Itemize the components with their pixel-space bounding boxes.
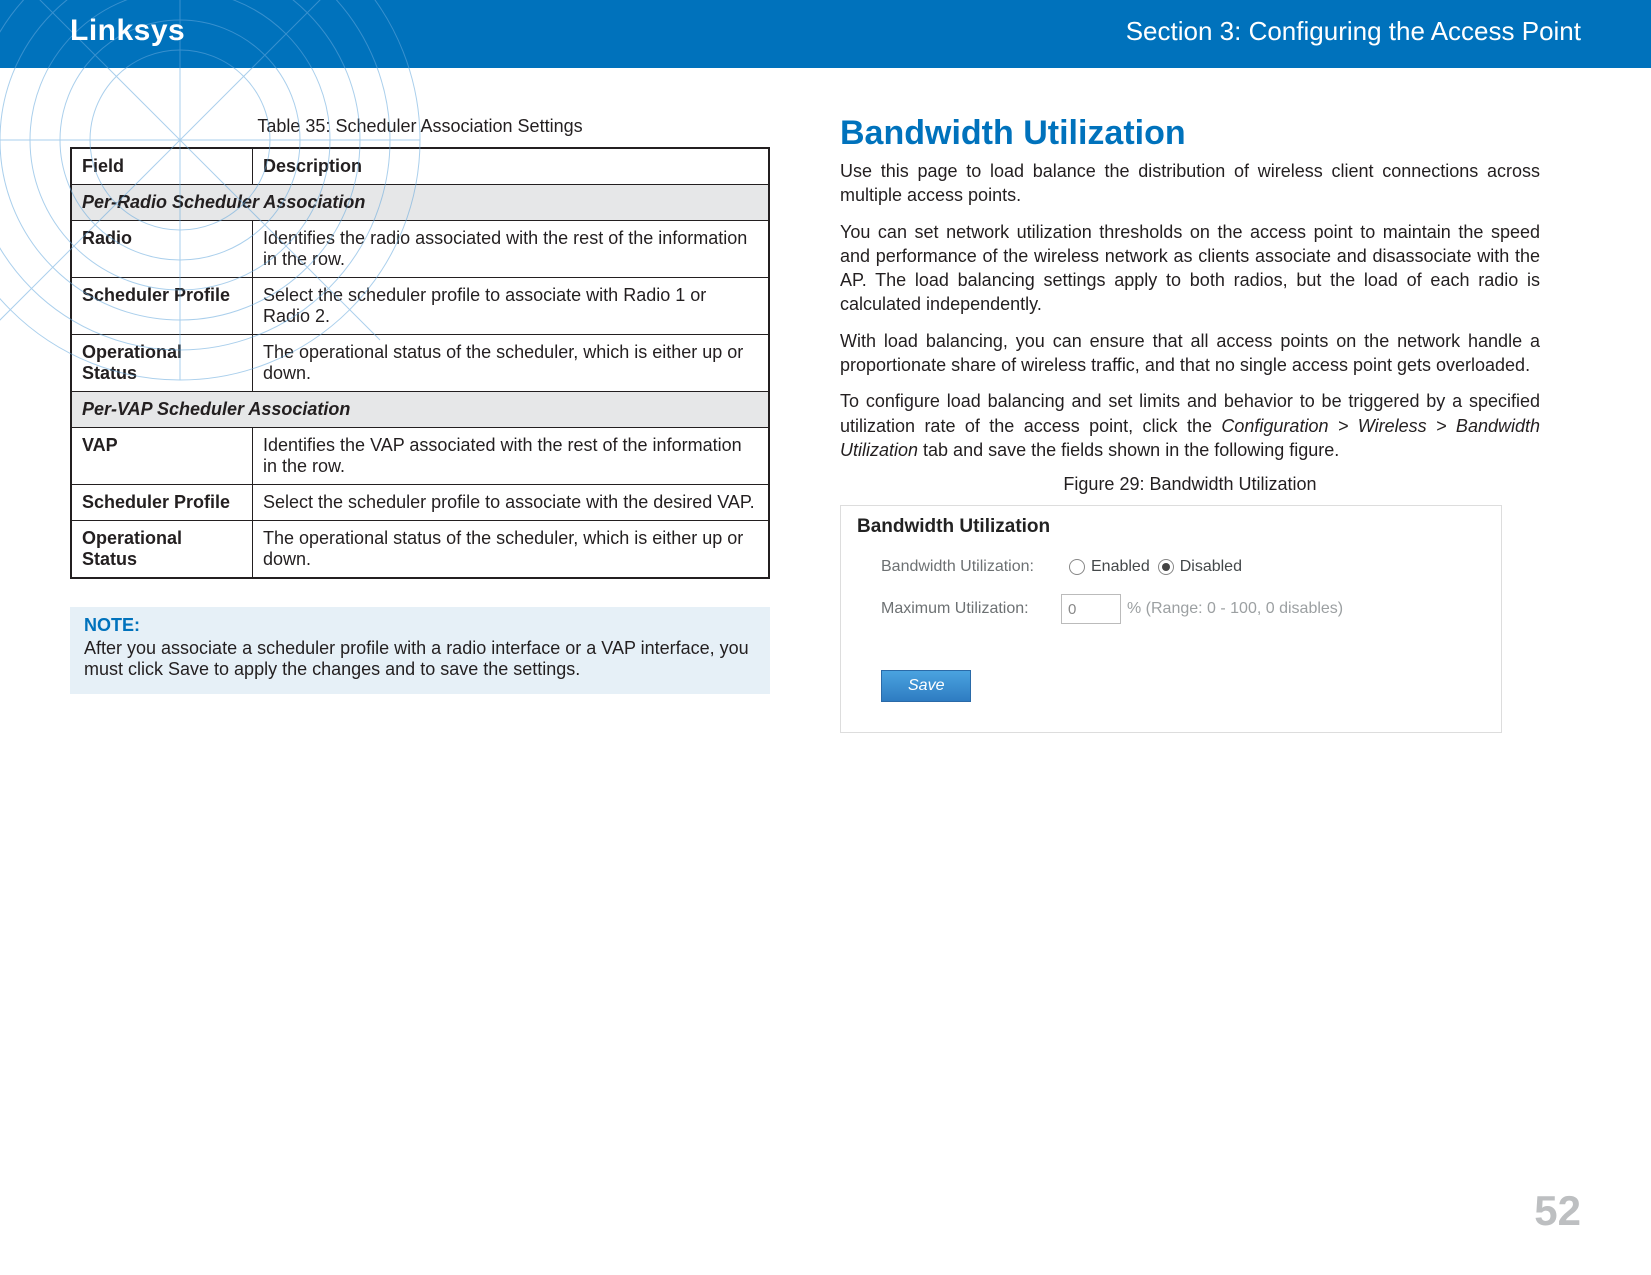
max-utilization-input[interactable] (1061, 594, 1121, 624)
cell-label: Scheduler Profile (71, 278, 253, 335)
field-label: Bandwidth Utilization: (881, 558, 1061, 576)
right-column: Bandwidth Utilization Use this page to l… (840, 98, 1540, 733)
figure-caption: Figure 29: Bandwidth Utilization (840, 474, 1540, 495)
cell-desc: Identifies the radio associated with the… (253, 221, 770, 278)
field-label: Maximum Utilization: (881, 600, 1061, 618)
radio-enabled[interactable] (1069, 559, 1085, 575)
table-row: VAP Identifies the VAP associated with t… (71, 428, 769, 485)
brand-label: Linksys (70, 14, 185, 48)
col-header-description: Description (253, 148, 770, 185)
field-row-maximum-utilization: Maximum Utilization: % (Range: 0 - 100, … (881, 594, 1461, 624)
radio-enabled-label: Enabled (1091, 558, 1150, 576)
field-hint: % (Range: 0 - 100, 0 disables) (1127, 600, 1343, 618)
field-row-bandwidth-utilization: Bandwidth Utilization: Enabled Disabled (881, 558, 1461, 576)
body-text: To configure load balancing and set limi… (840, 389, 1540, 462)
body-text: Use this page to load balance the distri… (840, 159, 1540, 208)
scheduler-association-table: Field Description Per-Radio Scheduler As… (70, 147, 770, 579)
note-title: NOTE: (84, 615, 756, 636)
save-button[interactable]: Save (881, 670, 971, 702)
table-header-row: Field Description (71, 148, 769, 185)
section-breadcrumb: Section 3: Configuring the Access Point (1126, 16, 1581, 47)
body-text: With load balancing, you can ensure that… (840, 329, 1540, 378)
cell-desc: Select the scheduler profile to associat… (253, 485, 770, 521)
note-body: After you associate a scheduler profile … (84, 638, 756, 680)
page-body: Table 35: Scheduler Association Settings… (0, 68, 1651, 733)
page-number: 52 (1534, 1187, 1581, 1235)
radio-disabled[interactable] (1158, 559, 1174, 575)
section-per-radio: Per-Radio Scheduler Association (71, 185, 769, 221)
table-section-row: Per-Radio Scheduler Association (71, 185, 769, 221)
figure-title: Bandwidth Utilization (841, 506, 1501, 558)
cell-desc: Identifies the VAP associated with the r… (253, 428, 770, 485)
table-section-row: Per-VAP Scheduler Association (71, 392, 769, 428)
table-row: Operational Status The operational statu… (71, 335, 769, 392)
cell-desc: Select the scheduler profile to associat… (253, 278, 770, 335)
table-row: Radio Identifies the radio associated wi… (71, 221, 769, 278)
page-header: Linksys Section 3: Configuring the Acces… (0, 0, 1651, 68)
col-header-field: Field (71, 148, 253, 185)
radio-disabled-label: Disabled (1180, 558, 1242, 576)
figure-bandwidth-utilization: Bandwidth Utilization Bandwidth Utilizat… (840, 505, 1502, 733)
cell-label: Radio (71, 221, 253, 278)
cell-label: Scheduler Profile (71, 485, 253, 521)
table-row: Operational Status The operational statu… (71, 521, 769, 579)
body-text: You can set network utilization threshol… (840, 220, 1540, 317)
left-column: Table 35: Scheduler Association Settings… (70, 98, 770, 733)
table-row: Scheduler Profile Select the scheduler p… (71, 485, 769, 521)
body-text-part: tab and save the fields shown in the fol… (918, 440, 1339, 460)
cell-label: VAP (71, 428, 253, 485)
figure-body: Bandwidth Utilization: Enabled Disabled … (841, 558, 1501, 732)
cell-label: Operational Status (71, 335, 253, 392)
table-row: Scheduler Profile Select the scheduler p… (71, 278, 769, 335)
cell-desc: The operational status of the scheduler,… (253, 335, 770, 392)
note-box: NOTE: After you associate a scheduler pr… (70, 607, 770, 694)
table-caption: Table 35: Scheduler Association Settings (70, 116, 770, 137)
section-per-vap: Per-VAP Scheduler Association (71, 392, 769, 428)
cell-desc: The operational status of the scheduler,… (253, 521, 770, 579)
cell-label: Operational Status (71, 521, 253, 579)
page-title: Bandwidth Utilization (840, 114, 1540, 153)
